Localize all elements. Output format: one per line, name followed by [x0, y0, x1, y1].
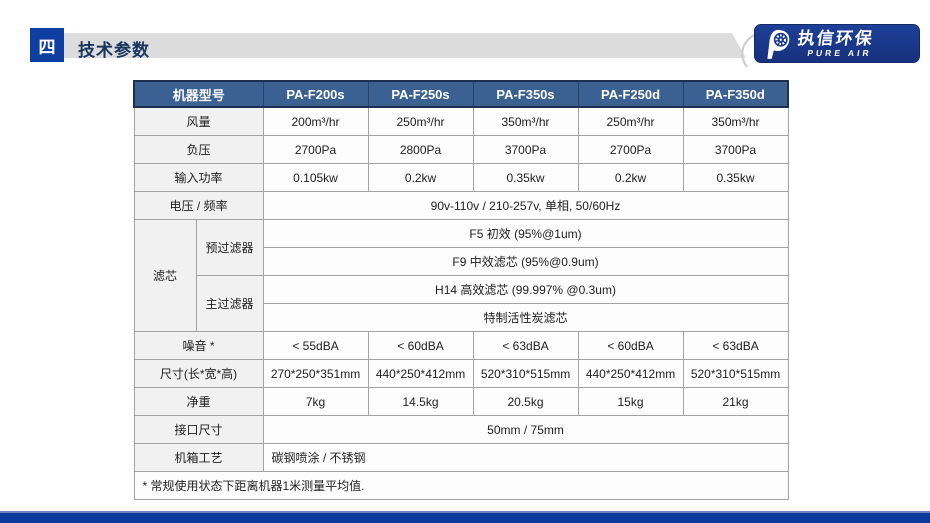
row-label: 负压 — [134, 136, 263, 164]
value-cell: 520*310*515mm — [683, 360, 788, 388]
row-net-weight: 净重 7kg 14.5kg 20.5kg 15kg 21kg — [134, 388, 788, 416]
row-filter-main-1: 主过滤器 H14 高效滤芯 (99.997% @0.3um) — [134, 276, 788, 304]
section-number: 四 — [39, 33, 56, 58]
value-cell: 440*250*412mm — [368, 360, 473, 388]
header-model-pa-f350d: PA-F350d — [683, 81, 788, 107]
footer-bar — [0, 511, 930, 523]
header-model-label: 机器型号 — [134, 81, 263, 107]
value-cell-merged: 碳钢喷涂 / 不锈钢 — [263, 444, 788, 472]
row-dimensions: 尺寸(长*宽*高) 270*250*351mm 440*250*412mm 52… — [134, 360, 788, 388]
row-label: 净重 — [134, 388, 263, 416]
page-title: 技术参数 — [78, 36, 150, 61]
spec-table: 机器型号 PA-F200s PA-F250s PA-F350s PA-F250d… — [133, 80, 789, 500]
row-label: 机箱工艺 — [134, 444, 263, 472]
row-label: 尺寸(长*宽*高) — [134, 360, 263, 388]
value-cell: 3700Pa — [683, 136, 788, 164]
row-label: 电压 / 频率 — [134, 192, 263, 220]
brand-wordmark: 执信环保 PURE AIR — [795, 30, 875, 58]
value-cell: 21kg — [683, 388, 788, 416]
value-cell: 2800Pa — [368, 136, 473, 164]
value-cell: 250m³/hr — [578, 107, 683, 136]
brand-name-en: PURE AIR — [807, 48, 873, 58]
value-cell: 7kg — [263, 388, 368, 416]
value-cell: 350m³/hr — [683, 107, 788, 136]
value-cell: 2700Pa — [578, 136, 683, 164]
row-label: 噪音 * — [134, 332, 263, 360]
filter-group-label: 滤芯 — [134, 220, 196, 332]
header-model-pa-f200s: PA-F200s — [263, 81, 368, 107]
brand-logo: 执信环保 PURE AIR — [754, 24, 920, 63]
value-cell: < 63dBA — [683, 332, 788, 360]
value-cell-merged: F5 初效 (95%@1um) — [263, 220, 788, 248]
pre-filter-label: 预过滤器 — [196, 220, 263, 276]
value-cell: < 60dBA — [368, 332, 473, 360]
value-cell: 270*250*351mm — [263, 360, 368, 388]
value-cell-merged: H14 高效滤芯 (99.997% @0.3um) — [263, 276, 788, 304]
section-number-badge: 四 — [30, 28, 64, 62]
row-footnote: * 常规使用状态下距离机器1米测量平均值. — [134, 472, 788, 500]
value-cell: < 55dBA — [263, 332, 368, 360]
value-cell-merged: 特制活性炭滤芯 — [263, 304, 788, 332]
value-cell: 250m³/hr — [368, 107, 473, 136]
header-model-pa-f250d: PA-F250d — [578, 81, 683, 107]
row-input-power: 输入功率 0.105kw 0.2kw 0.35kw 0.2kw 0.35kw — [134, 164, 788, 192]
row-label: 风量 — [134, 107, 263, 136]
pureair-fan-icon — [763, 28, 791, 60]
value-cell: 520*310*515mm — [473, 360, 578, 388]
value-cell: < 60dBA — [578, 332, 683, 360]
value-cell: 350m³/hr — [473, 107, 578, 136]
value-cell: 20.5kg — [473, 388, 578, 416]
row-negative-pressure: 负压 2700Pa 2800Pa 3700Pa 2700Pa 3700Pa — [134, 136, 788, 164]
value-cell: < 63dBA — [473, 332, 578, 360]
table-header-row: 机器型号 PA-F200s PA-F250s PA-F350s PA-F250d… — [134, 81, 788, 107]
value-cell: 0.35kw — [683, 164, 788, 192]
value-cell-merged: 90v-110v / 210-257v, 单相, 50/60Hz — [263, 192, 788, 220]
value-cell: 15kg — [578, 388, 683, 416]
value-cell: 440*250*412mm — [578, 360, 683, 388]
brand-name-cn: 执信环保 — [796, 30, 875, 48]
value-cell: 2700Pa — [263, 136, 368, 164]
value-cell: 0.35kw — [473, 164, 578, 192]
row-label: 接口尺寸 — [134, 416, 263, 444]
value-cell: 3700Pa — [473, 136, 578, 164]
footnote-text: * 常规使用状态下距离机器1米测量平均值. — [134, 472, 788, 500]
row-airflow: 风量 200m³/hr 250m³/hr 350m³/hr 250m³/hr 3… — [134, 107, 788, 136]
value-cell-merged: 50mm / 75mm — [263, 416, 788, 444]
row-voltage: 电压 / 频率 90v-110v / 210-257v, 单相, 50/60Hz — [134, 192, 788, 220]
value-cell-merged: F9 中效滤芯 (95%@0.9um) — [263, 248, 788, 276]
header-model-pa-f350s: PA-F350s — [473, 81, 578, 107]
value-cell: 0.2kw — [578, 164, 683, 192]
value-cell: 0.105kw — [263, 164, 368, 192]
row-noise: 噪音 * < 55dBA < 60dBA < 63dBA < 60dBA < 6… — [134, 332, 788, 360]
row-port-size: 接口尺寸 50mm / 75mm — [134, 416, 788, 444]
header-model-pa-f250s: PA-F250s — [368, 81, 473, 107]
value-cell: 0.2kw — [368, 164, 473, 192]
value-cell: 14.5kg — [368, 388, 473, 416]
row-filter-pre-1: 滤芯 预过滤器 F5 初效 (95%@1um) — [134, 220, 788, 248]
value-cell: 200m³/hr — [263, 107, 368, 136]
row-label: 输入功率 — [134, 164, 263, 192]
main-filter-label: 主过滤器 — [196, 276, 263, 332]
row-cabinet: 机箱工艺 碳钢喷涂 / 不锈钢 — [134, 444, 788, 472]
